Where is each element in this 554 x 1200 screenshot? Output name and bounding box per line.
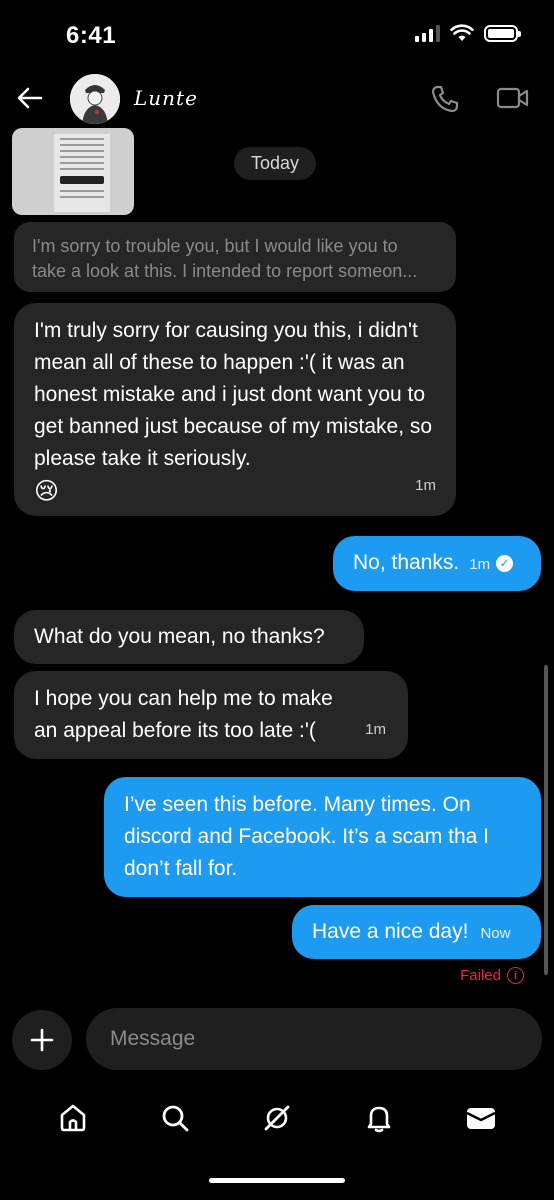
nav-messages[interactable] (461, 1098, 501, 1138)
video-call-button[interactable] (496, 84, 532, 114)
nav-search[interactable] (155, 1098, 195, 1138)
avatar[interactable] (70, 74, 120, 124)
message-text: Have a nice day! (312, 920, 469, 943)
message-timestamp: Now (480, 925, 511, 942)
message-text: I hope you can help me to make an appeal… (34, 687, 333, 742)
message-input[interactable] (108, 1026, 520, 1052)
home-icon (60, 1104, 86, 1132)
nav-home[interactable] (53, 1098, 93, 1138)
avatar-image (70, 74, 120, 124)
image-attachment[interactable] (12, 128, 134, 215)
crying-emoji: 😢 (34, 477, 60, 505)
plus-icon (30, 1028, 54, 1052)
voice-call-button[interactable] (430, 84, 462, 114)
video-camera-icon (496, 87, 529, 109)
nav-grok[interactable] (257, 1098, 297, 1138)
status-icons (415, 24, 521, 42)
message-bubble-outgoing[interactable]: No, thanks. 1m ✓ (333, 536, 541, 591)
phone-icon (431, 85, 459, 113)
back-button[interactable] (14, 82, 46, 114)
read-receipt-icon: ✓ (496, 554, 514, 572)
message-text: I'm truly sorry for causing you this, i … (34, 319, 433, 470)
message-bubble-incoming[interactable]: I'm truly sorry for causing you this, i … (14, 303, 456, 516)
date-separator: Today (234, 147, 317, 180)
message-text: What do you mean, no thanks? (34, 625, 325, 648)
scrollbar[interactable] (544, 665, 548, 975)
message-bubble-incoming[interactable]: What do you mean, no thanks? (14, 610, 364, 664)
battery-icon (484, 24, 521, 42)
message-input-container[interactable] (86, 1008, 542, 1070)
send-failed-status[interactable]: Failed i (460, 967, 524, 984)
message-bubble-outgoing[interactable]: I’ve seen this before. Many times. On di… (104, 777, 541, 897)
message-bubble-incoming[interactable]: I'm sorry to trouble you, but I would li… (14, 222, 456, 292)
message-preview-text-line2: take a look at this. I intended to repor… (32, 261, 418, 281)
status-time: 6:41 (66, 22, 117, 49)
notifications-icon (367, 1106, 391, 1133)
back-arrow-icon (17, 87, 43, 109)
wifi-icon (450, 24, 474, 41)
message-timestamp: 1m (415, 477, 436, 494)
error-info-icon[interactable]: i (507, 967, 524, 984)
add-attachment-button[interactable] (12, 1010, 72, 1070)
messages-icon (466, 1108, 496, 1129)
message-bubble-outgoing[interactable]: Have a nice day! Now (292, 905, 541, 959)
message-timestamp: 1m (469, 556, 491, 573)
cellular-signal-icon (415, 24, 440, 42)
message-text: I’ve seen this before. Many times. On di… (124, 793, 489, 880)
bottom-navigation (0, 1088, 554, 1148)
failed-label: Failed (460, 967, 501, 984)
home-indicator[interactable] (209, 1178, 345, 1183)
document-screenshot-thumbnail (54, 134, 110, 212)
search-icon (162, 1105, 189, 1132)
grok-icon (264, 1105, 290, 1131)
message-text: No, thanks. (353, 551, 460, 574)
nav-notifications[interactable] (359, 1098, 399, 1138)
message-timestamp: 1m (365, 721, 386, 738)
message-bubble-incoming[interactable]: I hope you can help me to make an appeal… (14, 671, 408, 759)
message-preview-text-line1: I'm sorry to trouble you, but I would li… (32, 236, 398, 256)
contact-name[interactable]: Lunte (134, 86, 198, 110)
